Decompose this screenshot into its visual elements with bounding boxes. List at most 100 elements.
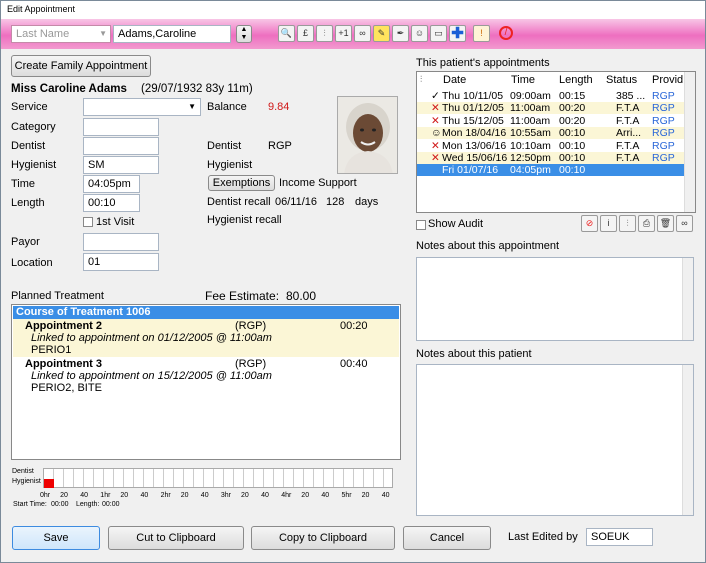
patient-name-field[interactable]: Adams,Caroline: [113, 25, 231, 43]
cancel-button[interactable]: Cancel: [403, 526, 491, 550]
dentist-field[interactable]: [83, 137, 159, 155]
cell-status: F.T.A: [616, 102, 640, 115]
grid-header-length[interactable]: Length: [559, 72, 593, 89]
cell-date: Mon 18/04/16: [442, 127, 507, 140]
cell-status: F.T.A: [616, 139, 640, 152]
cell-prov: RGP: [652, 127, 675, 140]
cell-date: Mon 13/06/16: [442, 139, 507, 152]
print-icon[interactable]: ⎙: [638, 215, 655, 232]
grid-header-status[interactable]: Status: [606, 72, 637, 89]
cell-length: 00:10: [559, 164, 586, 177]
timeline-tick-label: 40: [381, 492, 390, 499]
planned-treatment-list[interactable]: Course of Treatment 1006 Appointment 2 (…: [11, 304, 401, 460]
appointment-row[interactable]: ☺ Mon 18/04/16 10:55am 00:10 Arri... RGP: [417, 127, 686, 140]
timeline-tick-label: 1hr: [100, 492, 111, 499]
alert-icon[interactable]: !: [473, 25, 490, 42]
cell-length: 00:20: [559, 114, 586, 127]
notes-scrollbar[interactable]: [682, 365, 693, 515]
save-button[interactable]: Save: [12, 526, 100, 550]
cell-status: F.T.A: [616, 152, 640, 164]
no-entry-icon[interactable]: /: [499, 26, 513, 40]
appointment-row[interactable]: ✕ Mon 13/06/16 10:10am 00:10 F.T.A RGP: [417, 139, 686, 152]
cell-length: 00:20: [559, 102, 586, 115]
service-dropdown[interactable]: ▼: [83, 98, 201, 116]
timeline-tick-label: 20: [361, 492, 370, 499]
chart-icon[interactable]: ⫶: [316, 25, 333, 42]
location-field[interactable]: 01: [83, 253, 159, 271]
cell-time: 10:10am: [510, 139, 551, 152]
search-type-dropdown[interactable]: Last Name ▼: [11, 25, 111, 43]
cell-status: F.T.A: [616, 114, 640, 127]
cell-time: 10:55am: [510, 127, 551, 140]
notes-patient-field[interactable]: [416, 364, 694, 516]
chevron-down-icon: ▼: [188, 102, 196, 111]
appointments-title: This patient's appointments: [416, 57, 550, 69]
patient-header: Miss Caroline Adams: [11, 83, 127, 95]
chevron-down-icon: ▼: [99, 29, 107, 38]
appointments-grid[interactable]: ⫶ Date Time Length Status Provid ✓ Thu 10…: [416, 71, 696, 213]
copy-to-clipboard-button[interactable]: Copy to Clipboard: [251, 526, 395, 550]
medical-cross-icon[interactable]: ✚: [449, 25, 466, 42]
cell-prov: RGP: [652, 139, 675, 152]
search-icon[interactable]: 🔍: [278, 25, 295, 42]
note-icon[interactable]: ✎: [373, 25, 390, 42]
appointment-group[interactable]: Appointment 2 (RGP) 00:20 Linked to appo…: [13, 319, 399, 357]
spinner-button[interactable]: ▲ ▼: [236, 25, 252, 43]
appointment-group[interactable]: Appointment 3 (RGP) 00:40 Linked to appo…: [13, 357, 399, 395]
payor-label: Payor: [11, 236, 40, 248]
info-icon[interactable]: i: [600, 215, 617, 232]
length-field[interactable]: 00:10: [83, 194, 140, 212]
timeline-start-label: Start Time:: [13, 501, 47, 508]
appointment-row[interactable]: Fri 01/07/16 04:05pm 00:10: [417, 164, 686, 177]
appointment-name: Appointment 3: [25, 358, 102, 370]
show-audit-checkbox[interactable]: [416, 220, 426, 230]
status-mark-icon: ✕: [431, 139, 440, 152]
grid-header-time[interactable]: Time: [511, 72, 535, 89]
course-row[interactable]: Course of Treatment 1006: [13, 306, 399, 319]
appointment-row[interactable]: ✕ Thu 15/12/05 11:00am 00:20 F.T.A RGP: [417, 114, 686, 127]
timeline-row-dentist: Dentist: [12, 468, 34, 475]
dentist-recall-label: Dentist recall: [207, 196, 271, 208]
appointment-row[interactable]: ✕ Wed 15/06/16 12:50pm 00:10 F.T.A RGP: [417, 152, 686, 164]
timeline-tick-label: 4hr: [281, 492, 292, 499]
grid-header-date[interactable]: Date: [443, 72, 466, 89]
payor-field[interactable]: [83, 233, 159, 251]
cell-date: Thu 15/12/05: [442, 114, 504, 127]
first-visit-checkbox[interactable]: [83, 217, 93, 227]
link-icon[interactable]: ∞: [354, 25, 371, 42]
cut-to-clipboard-button[interactable]: Cut to Clipboard: [108, 526, 244, 550]
appointment-row[interactable]: ✕ Thu 01/12/05 11:00am 00:20 F.T.A RGP: [417, 102, 686, 115]
timeline-block: [44, 479, 54, 488]
card-icon[interactable]: ▭: [430, 25, 447, 42]
pound-icon[interactable]: £: [297, 25, 314, 42]
pen-icon[interactable]: ✒: [392, 25, 409, 42]
fee-estimate-value: 80.00: [286, 289, 317, 303]
planned-treatment-label: Planned Treatment: [11, 290, 104, 302]
cell-time: 04:05pm: [510, 164, 551, 177]
people-icon[interactable]: ☺: [411, 25, 428, 42]
exemptions-button[interactable]: Exemptions: [208, 175, 275, 191]
chart-icon[interactable]: ⫶: [619, 215, 636, 232]
notes-scrollbar[interactable]: [682, 258, 693, 340]
hygienist-field[interactable]: SM: [83, 156, 159, 174]
location-label: Location: [11, 257, 53, 269]
trash-icon[interactable]: 🗑: [657, 215, 674, 232]
grid-scrollbar[interactable]: [684, 72, 695, 212]
appointment-link: Linked to appointment on 15/12/2005 @ 11…: [31, 370, 272, 382]
time-field[interactable]: 04:05pm: [83, 175, 140, 193]
link-icon[interactable]: ∞: [676, 215, 693, 232]
timeline-tick-label: 40: [321, 492, 330, 499]
timeline-length-label: Length:: [76, 501, 100, 508]
grid-header-provider[interactable]: Provid: [652, 72, 683, 89]
timeline[interactable]: Dentist Hygienist: [11, 468, 393, 492]
category-field[interactable]: [83, 118, 159, 136]
appointment-row[interactable]: ✓ Thu 10/11/05 09:00am 00:15 385 ... RGP: [417, 90, 686, 102]
timeline-tick-label: 2hr: [160, 492, 171, 499]
timeline-length-value: 00:00: [102, 501, 120, 508]
create-family-appointment-button[interactable]: Create Family Appointment: [11, 55, 151, 77]
timeline-track[interactable]: [43, 468, 393, 488]
no-entry-icon[interactable]: ⊘: [581, 215, 598, 232]
notes-appointment-field[interactable]: [416, 257, 694, 341]
plus-one-button[interactable]: +1: [335, 25, 352, 42]
edit-appointment-window: Edit Appointment Last Name ▼ Adams,Caroli…: [0, 0, 706, 563]
